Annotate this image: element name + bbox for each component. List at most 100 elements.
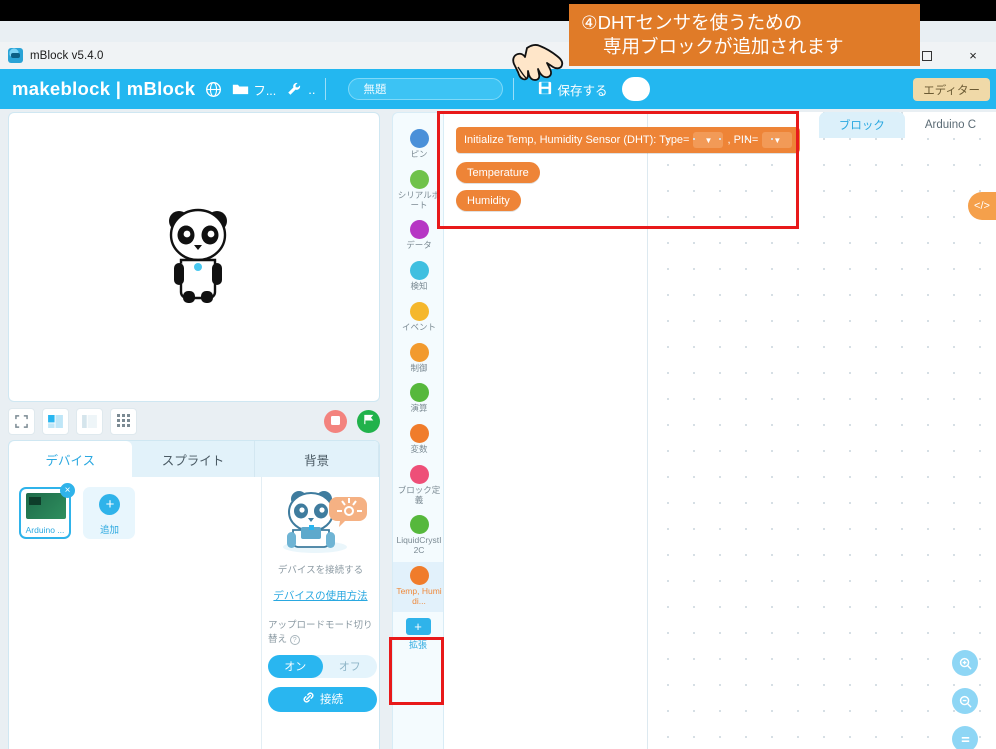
category-color-dot: [409, 129, 429, 148]
question-icon[interactable]: ?: [289, 635, 300, 646]
plus-badge-icon: +: [405, 618, 431, 636]
category-color-dot: [409, 301, 429, 321]
run-button[interactable]: [357, 409, 380, 433]
annotation-line-2: 専用ブロックが追加されます: [603, 36, 844, 57]
tab-devices[interactable]: デバイス: [9, 441, 132, 477]
upload-mode-toggle[interactable]: オン オフ: [268, 654, 378, 678]
stage-area: [8, 112, 380, 402]
add-device-button[interactable]: + 追加: [83, 487, 136, 539]
highlight-box-category: [389, 637, 444, 705]
category-color-dot: [409, 220, 429, 240]
category-color-dot: [409, 169, 429, 189]
annotation-line-1: ④DHTセンサを使うための: [581, 11, 803, 33]
category-control[interactable]: 制御: [393, 339, 443, 380]
category-events[interactable]: イベント: [393, 298, 443, 339]
stage-controls: [8, 406, 380, 436]
category-label: イベント: [401, 321, 436, 332]
category-my-blocks[interactable]: ブロック定義: [393, 461, 443, 512]
run-controls: [324, 409, 380, 433]
more-menu-label: ..: [308, 81, 316, 97]
settings-menu[interactable]: ..: [286, 81, 315, 97]
editor-button[interactable]: エディター: [913, 78, 990, 101]
plus-icon: +: [99, 494, 121, 515]
stop-icon: [331, 412, 340, 430]
file-menu-label: フ...: [253, 83, 277, 98]
category-label: ブロック定義: [397, 484, 441, 505]
category-label: 演算: [410, 403, 428, 414]
green-flag-icon: [363, 412, 374, 430]
remove-device-button[interactable]: ×: [60, 483, 75, 498]
panda-connect-illustration: [282, 491, 367, 553]
device-howto-link[interactable]: デバイスの使用方法: [268, 588, 373, 603]
tab-sprites[interactable]: スプライト: [132, 441, 256, 477]
category-color-dot: [409, 424, 429, 444]
connect-caption: デバイスを接続する: [277, 565, 364, 576]
category-label: 変数: [410, 444, 428, 455]
tab-backdrops[interactable]: 背景: [255, 441, 379, 477]
zoom-in-icon: [959, 657, 972, 670]
category-label: 制御: [410, 362, 428, 373]
zoom-out-button[interactable]: [952, 688, 978, 714]
device-card-label: Arduino ...: [25, 525, 65, 535]
mblock-app-icon: [8, 48, 23, 63]
link-icon: [302, 691, 315, 707]
connect-button[interactable]: 接続: [268, 686, 377, 712]
share-button[interactable]: [621, 77, 650, 101]
panel-body: Arduino ... × + 追加 デバイスを接続する デバイスの使用方法 ア…: [9, 477, 379, 749]
highlight-box-blocks: [437, 111, 799, 229]
category-color-dot: [409, 383, 429, 403]
file-menu[interactable]: フ...: [232, 80, 276, 99]
connect-button-label: 接続: [320, 694, 343, 706]
mblock-application-window: mBlock v5.4.0 × makeblock | mBlock フ... …: [0, 21, 996, 749]
category-operators[interactable]: 演算: [393, 379, 443, 420]
project-name-value: 無題: [363, 84, 387, 96]
zoom-reset-icon: [961, 736, 969, 742]
category-variables[interactable]: 変数: [393, 420, 443, 461]
category-color-dot: [409, 515, 429, 535]
small-stage-layout-button[interactable]: [42, 407, 69, 435]
category-label: シリアルポート: [397, 189, 441, 210]
device-connect-column: デバイスを接続する デバイスの使用方法 アップロードモード切り替え ? オン オ…: [262, 477, 379, 749]
zoom-in-button[interactable]: [952, 650, 978, 676]
upload-mode-text: アップロードモード切り替え: [268, 620, 373, 646]
device-panel: デバイス スプライト 背景 Arduino ... × + 追加 デバイスを接続…: [8, 440, 380, 749]
upload-mode-label: アップロードモード切り替え ?: [268, 619, 373, 648]
category-temp-humidity[interactable]: Temp, Humidi...: [393, 561, 443, 613]
stop-button[interactable]: [324, 409, 347, 433]
large-stage-layout-button[interactable]: [76, 407, 103, 435]
device-card-arduino[interactable]: Arduino ... ×: [19, 483, 75, 539]
panel-tabs: デバイス スプライト 背景: [9, 441, 379, 477]
category-color-dot: [409, 464, 429, 484]
code-brackets-icon[interactable]: </>: [968, 192, 996, 220]
category-label: 検知: [410, 281, 428, 292]
panda-sprite[interactable]: [161, 205, 235, 305]
category-sensing[interactable]: 検知: [393, 257, 443, 298]
category-color-dot: [409, 261, 429, 281]
fullscreen-layout-button[interactable]: [8, 407, 35, 435]
toolbar-divider: [325, 78, 327, 100]
category-label: Temp, Humidi...: [396, 585, 442, 606]
toggle-on-option[interactable]: オン: [268, 654, 323, 678]
project-name-input[interactable]: 無題: [348, 78, 504, 100]
toggle-off-option[interactable]: オフ: [323, 655, 378, 678]
grid-layout-button[interactable]: [110, 407, 137, 435]
workspace-tabs: ブロック Arduino C: [818, 112, 996, 138]
close-button[interactable]: ×: [950, 42, 996, 69]
annotation-callout: ④DHTセンサを使うための 専用ブロックが追加されます: [569, 4, 920, 66]
category-liquidcrystal-i2c[interactable]: LiquidCrystI2C: [393, 511, 443, 562]
pointing-hand-cursor: [512, 44, 564, 81]
add-device-label: 追加: [99, 525, 119, 536]
language-button[interactable]: [205, 81, 222, 98]
window-title: mBlock v5.4.0: [30, 49, 104, 62]
tab-arduino-c[interactable]: Arduino C: [904, 112, 996, 138]
device-list: Arduino ... × + 追加: [9, 477, 262, 749]
category-label: データ: [406, 240, 432, 251]
zoom-reset-button[interactable]: [952, 726, 978, 749]
wrench-icon: [286, 81, 302, 97]
category-color-dot: [409, 342, 429, 362]
category-label: LiquidCrystI2C: [396, 535, 442, 556]
category-color-dot: [409, 565, 429, 585]
globe-icon: [205, 81, 222, 98]
zoom-out-icon: [959, 695, 972, 708]
tab-blocks[interactable]: ブロック: [818, 112, 905, 138]
